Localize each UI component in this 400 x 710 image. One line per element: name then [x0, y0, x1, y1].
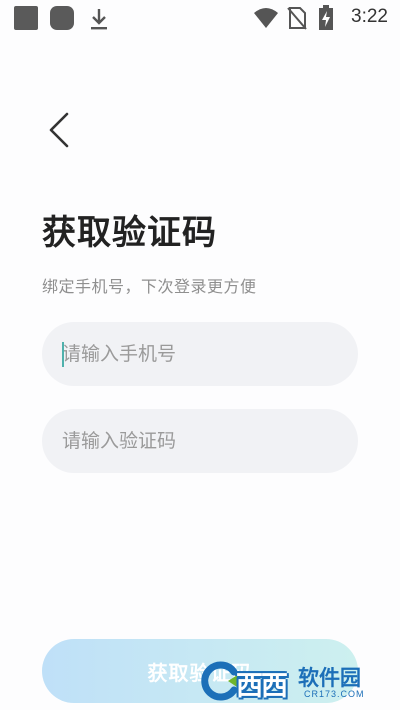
- battery-charging-icon: [319, 5, 333, 30]
- chevron-left-icon: [49, 112, 69, 148]
- status-bar: 3:22: [0, 0, 400, 38]
- phone-field[interactable]: [42, 322, 358, 386]
- wifi-icon: [254, 8, 278, 28]
- download-icon: [91, 9, 107, 30]
- page-subtitle: 绑定手机号，下次登录更方便: [42, 277, 257, 296]
- code-field[interactable]: [42, 409, 358, 473]
- back-button[interactable]: [38, 108, 82, 152]
- no-sim-icon: [287, 7, 307, 30]
- app-rounded-square-icon: [50, 6, 74, 30]
- page-title: 获取验证码: [42, 213, 217, 253]
- app-square-icon: [14, 6, 38, 30]
- get-code-button[interactable]: 获取验证码: [42, 639, 358, 703]
- phone-input[interactable]: [42, 322, 358, 386]
- code-input[interactable]: [42, 409, 358, 473]
- status-time: 3:22: [351, 6, 388, 27]
